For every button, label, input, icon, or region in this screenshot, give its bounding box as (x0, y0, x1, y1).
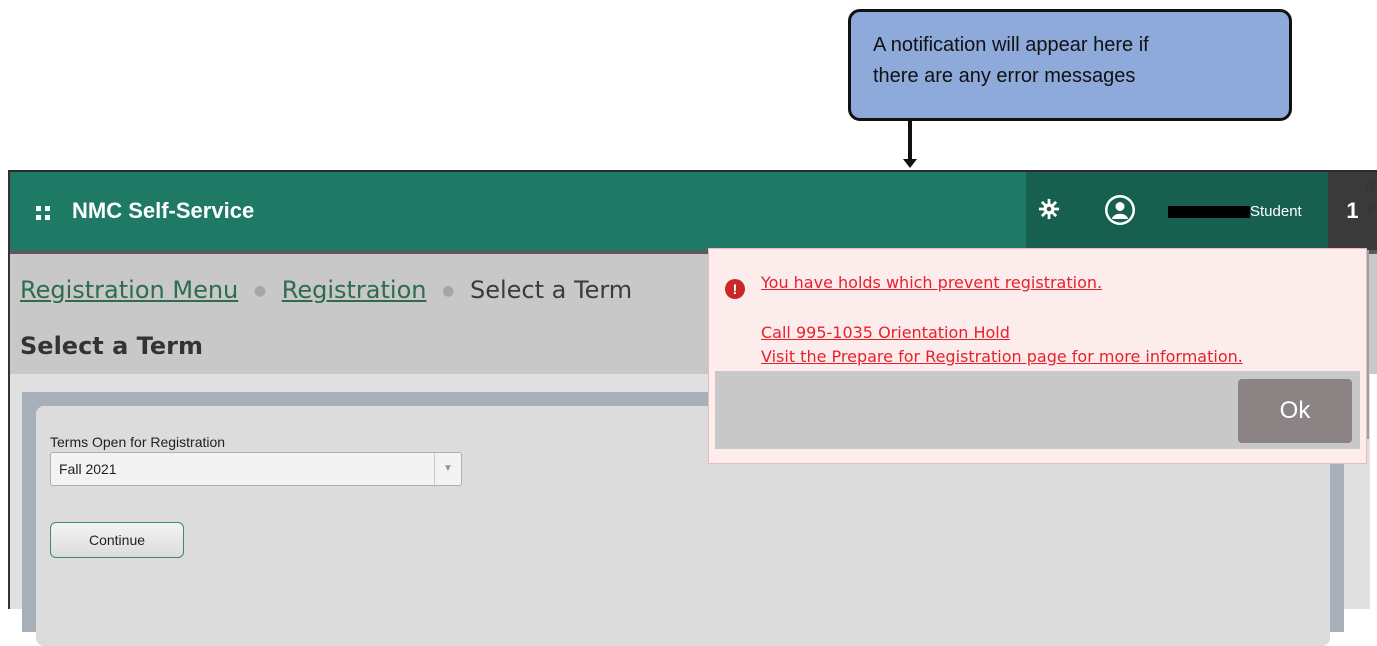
breadcrumb-separator: ● (442, 283, 455, 299)
breadcrumb-registration-menu[interactable]: Registration Menu (20, 276, 238, 304)
edge-digit: 0 (1366, 179, 1374, 194)
waffle-menu-icon[interactable] (36, 206, 50, 220)
breadcrumb-separator: ● (253, 283, 267, 299)
notification-orientation-hold-link[interactable]: Call 995-1035 Orientation Hold (761, 323, 1010, 342)
callout-line-2: there are any error messages (873, 65, 1136, 87)
edge-digits: 0 3 (1366, 176, 1373, 220)
breadcrumb-current: Select a Term (469, 276, 633, 304)
edge-digit: 3 (1366, 201, 1374, 216)
user-avatar-icon[interactable] (1104, 194, 1136, 226)
user-role[interactable]: Student (1250, 203, 1302, 220)
app-brand[interactable]: NMC Self-Service (72, 198, 254, 224)
breadcrumb: Registration Menu ● Registration ● Selec… (20, 276, 632, 304)
term-select-value: Fall 2021 (59, 461, 117, 477)
window-left-border (8, 170, 10, 609)
term-select[interactable]: Fall 2021 ▼ (50, 452, 462, 486)
callout-line-1: A notification will appear here if (873, 34, 1149, 56)
top-nav-bar: NMC Self-Service Student 1 (8, 170, 1377, 250)
notification-holds-link[interactable]: You have holds which prevent registratio… (761, 273, 1102, 292)
breadcrumb-registration[interactable]: Registration (282, 276, 427, 304)
page-title: Select a Term (20, 332, 203, 360)
ok-button[interactable]: Ok (1238, 379, 1352, 443)
callout-annotation: A notification will appear here if there… (848, 9, 1292, 121)
terms-label: Terms Open for Registration (50, 434, 226, 450)
gear-icon[interactable] (1038, 198, 1060, 220)
callout-arrow-shaft (908, 121, 912, 161)
callout-arrow-head (903, 159, 917, 168)
exclamation-circle-icon: ! (725, 279, 745, 299)
chevron-down-icon[interactable]: ▼ (434, 453, 461, 485)
notification-prepare-link[interactable]: Visit the Prepare for Registration page … (761, 347, 1243, 366)
redacted-username (1168, 206, 1250, 218)
continue-button[interactable]: Continue (50, 522, 184, 558)
error-notification: ! You have holds which prevent registrat… (708, 248, 1367, 464)
notification-footer: Ok (715, 371, 1360, 449)
